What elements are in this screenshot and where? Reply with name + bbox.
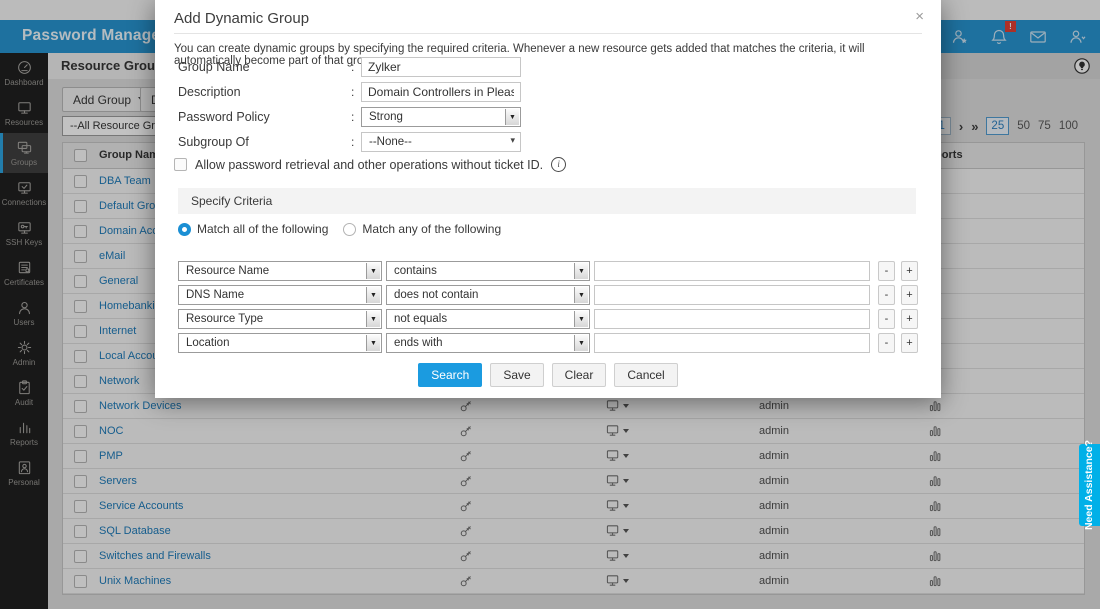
- add-criteria-button[interactable]: +: [901, 309, 918, 329]
- dropdown-arrow-icon: ▼: [366, 263, 380, 279]
- match-any-label: Match any of the following: [362, 222, 501, 236]
- add-criteria-button[interactable]: +: [901, 261, 918, 281]
- clear-button[interactable]: Clear: [552, 363, 607, 387]
- remove-criteria-button[interactable]: -: [878, 285, 895, 305]
- selected-value: Strong: [369, 111, 403, 123]
- dropdown-arrow-icon: ▼: [366, 287, 380, 303]
- add-criteria-button[interactable]: +: [901, 333, 918, 353]
- criteria-row: Location ▼ ends with ▼ -+: [178, 333, 924, 353]
- remove-criteria-button[interactable]: -: [878, 261, 895, 281]
- field-colon: :: [351, 60, 361, 74]
- field-label: Subgroup Of: [178, 135, 351, 149]
- password-policy-select[interactable]: Strong ▼: [361, 107, 521, 127]
- criteria-row: DNS Name ▼ does not contain ▼ -+: [178, 285, 924, 305]
- modal-buttons: Search Save Clear Cancel: [155, 363, 941, 387]
- field-label: Group Name: [178, 60, 351, 74]
- dropdown-arrow-icon: ▼: [574, 287, 588, 303]
- need-assistance-label: Need Assistance?: [1084, 440, 1096, 530]
- dropdown-arrow-icon: ▼: [366, 311, 380, 327]
- criteria-field-select[interactable]: Resource Name ▼: [178, 261, 382, 281]
- criteria-field-select[interactable]: Location ▼: [178, 333, 382, 353]
- dropdown-arrow-icon: ▼: [574, 335, 588, 351]
- save-button[interactable]: Save: [490, 363, 543, 387]
- form-row: Subgroup Of: --None-- ▾: [178, 131, 918, 153]
- group-name-input[interactable]: [361, 57, 521, 77]
- modal-title: Add Dynamic Group: [174, 10, 309, 27]
- ticket-id-label: Allow password retrieval and other opera…: [195, 158, 543, 172]
- match-all-radio[interactable]: [178, 223, 191, 236]
- criteria-rows: Resource Name▼contains▼-+DNS Name▼does n…: [178, 261, 924, 357]
- dropdown-arrow-icon: ▼: [574, 263, 588, 279]
- criteria-op-select[interactable]: not equals ▼: [386, 309, 590, 329]
- criteria-heading: Specify Criteria: [178, 188, 916, 214]
- selected-value: DNS Name: [186, 289, 244, 301]
- match-options: Match all of the following Match any of …: [178, 222, 501, 236]
- criteria-value-input[interactable]: [594, 309, 870, 329]
- criteria-value-input[interactable]: [594, 285, 870, 305]
- form-row: Description:: [178, 81, 918, 103]
- field-colon: :: [351, 135, 361, 149]
- description-input[interactable]: [361, 82, 521, 102]
- criteria-row: Resource Name ▼ contains ▼ -+: [178, 261, 924, 281]
- ticket-id-row: Allow password retrieval and other opera…: [174, 157, 566, 172]
- info-icon[interactable]: i: [551, 157, 566, 172]
- selected-value: Resource Type: [186, 313, 263, 325]
- selected-value: ends with: [394, 337, 443, 349]
- criteria-field-select[interactable]: DNS Name ▼: [178, 285, 382, 305]
- criteria-op-select[interactable]: contains ▼: [386, 261, 590, 281]
- dropdown-arrow-icon: ▼: [574, 311, 588, 327]
- selected-value: Location: [186, 337, 229, 349]
- dropdown-arrow-icon: ▼: [366, 335, 380, 351]
- remove-criteria-button[interactable]: -: [878, 333, 895, 353]
- field-colon: :: [351, 110, 361, 124]
- cancel-button[interactable]: Cancel: [614, 363, 677, 387]
- search-button[interactable]: Search: [418, 363, 482, 387]
- selected-value: contains: [394, 265, 437, 277]
- selected-value: not equals: [394, 313, 447, 325]
- need-assistance-tab[interactable]: Need Assistance?: [1079, 444, 1100, 526]
- field-label: Password Policy: [178, 110, 351, 124]
- criteria-op-select[interactable]: does not contain ▼: [386, 285, 590, 305]
- match-all-label: Match all of the following: [197, 222, 328, 236]
- ticket-id-checkbox[interactable]: [174, 158, 187, 171]
- criteria-field-select[interactable]: Resource Type ▼: [178, 309, 382, 329]
- dropdown-arrow-icon: ▾: [510, 135, 515, 146]
- modal-form: Group Name:Description:Password Policy:S…: [178, 56, 918, 156]
- selected-value: --None--: [369, 136, 412, 148]
- criteria-op-select[interactable]: ends with ▼: [386, 333, 590, 353]
- modal-header: Add Dynamic Group ×: [174, 0, 922, 34]
- criteria-row: Resource Type ▼ not equals ▼ -+: [178, 309, 924, 329]
- add-criteria-button[interactable]: +: [901, 285, 918, 305]
- selected-value: Resource Name: [186, 265, 269, 277]
- add-dynamic-group-modal: Add Dynamic Group × You can create dynam…: [155, 0, 941, 398]
- selected-value: does not contain: [394, 289, 478, 301]
- subgroup-of-select[interactable]: --None-- ▾: [361, 132, 521, 152]
- dropdown-arrow-icon: ▼: [505, 109, 519, 125]
- match-any-radio[interactable]: [343, 223, 356, 236]
- close-icon[interactable]: ×: [915, 9, 924, 24]
- criteria-value-input[interactable]: [594, 333, 870, 353]
- form-row: Group Name:: [178, 56, 918, 78]
- field-colon: :: [351, 85, 361, 99]
- field-label: Description: [178, 85, 351, 99]
- form-row: Password Policy: Strong ▼: [178, 106, 918, 128]
- criteria-value-input[interactable]: [594, 261, 870, 281]
- remove-criteria-button[interactable]: -: [878, 309, 895, 329]
